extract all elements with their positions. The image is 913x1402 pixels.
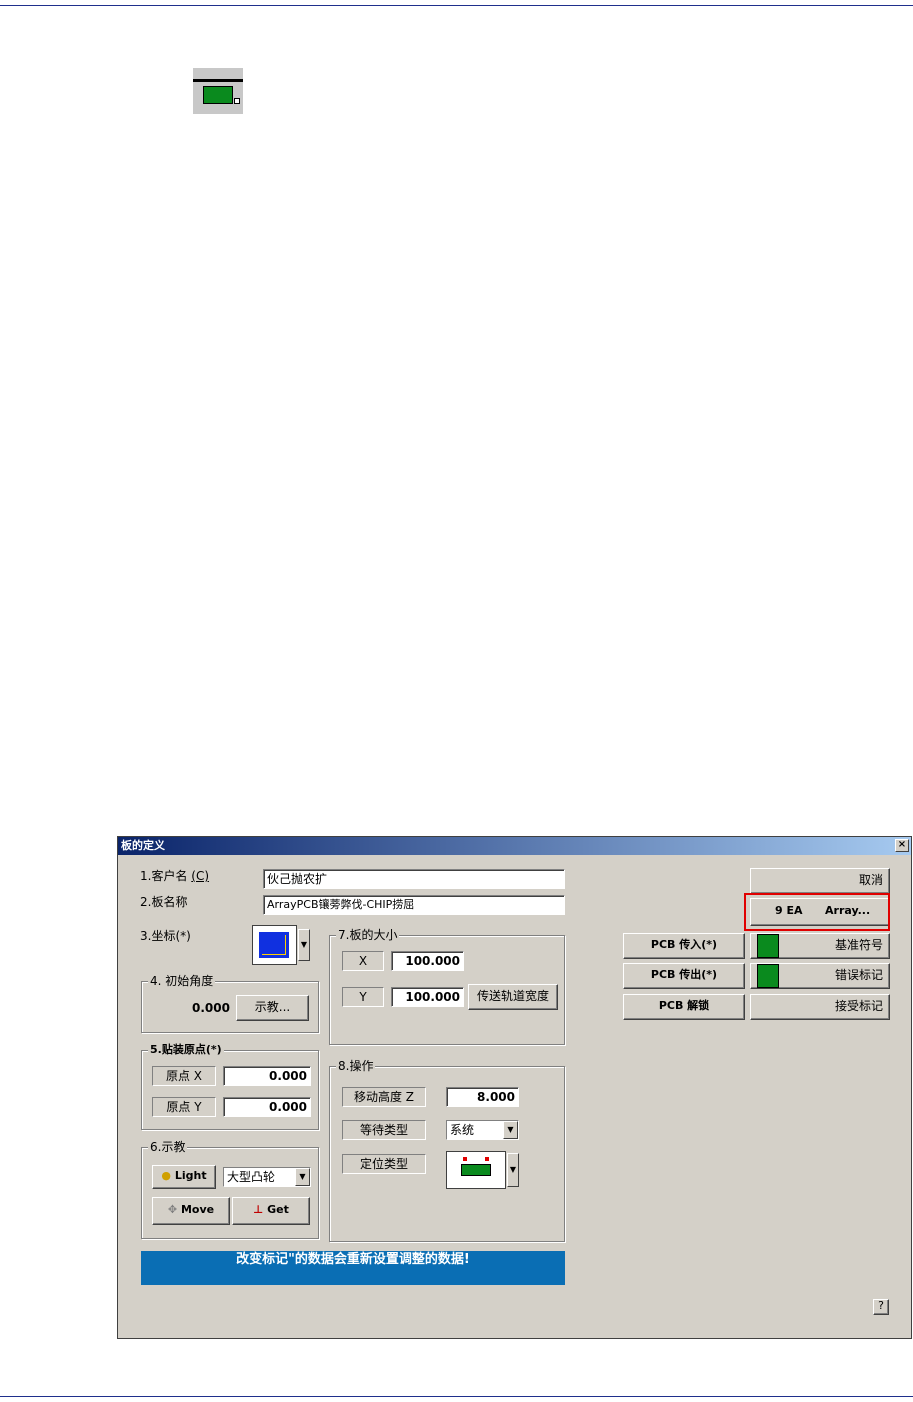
get-button-label: Get xyxy=(267,1203,289,1216)
camera-select-value: 大型凸轮 xyxy=(227,1170,276,1184)
get-button[interactable]: ⊥ Get xyxy=(232,1197,310,1225)
origin-x-field[interactable]: 0.000 xyxy=(223,1066,311,1086)
customer-label-text: 1.客户名 xyxy=(140,869,192,883)
conveyor-width-button[interactable]: 传送轨道宽度 xyxy=(468,984,558,1010)
move-height-field[interactable]: 8.000 xyxy=(446,1087,519,1107)
origin-y-field[interactable]: 0.000 xyxy=(223,1097,311,1117)
board-definition-dialog: 板的定义 × 1.客户名 (C) 伙己抛农扩 2.板名称 ArrayPCB镶蒡弊… xyxy=(117,836,912,1339)
customer-hotkey: (C) xyxy=(191,869,210,883)
array-highlight xyxy=(744,893,890,931)
origin-group: 5.贴装原点(*) xyxy=(141,1042,319,1130)
bottom-rule xyxy=(0,1396,913,1397)
board-size-title: 7.板的大小 xyxy=(336,927,400,943)
locate-type-preview xyxy=(446,1151,506,1189)
wait-type-value: 系统 xyxy=(450,1123,475,1137)
cancel-button[interactable]: 取消 xyxy=(750,868,890,894)
move-height-label: 移动高度 Z xyxy=(342,1087,426,1107)
size-y-field[interactable]: 100.000 xyxy=(391,987,464,1007)
board-name-label: 2.板名称 xyxy=(140,895,188,909)
chevron-down-icon[interactable]: ▼ xyxy=(298,929,310,961)
wait-type-select[interactable]: 系统 ▼ xyxy=(446,1120,519,1140)
origin-title: 5.贴装原点(*) xyxy=(148,1042,224,1058)
initial-angle-value: 0.000 xyxy=(192,1001,230,1015)
operation-title: 8.操作 xyxy=(336,1058,376,1074)
customer-label: 1.客户名 (C) xyxy=(140,868,209,884)
light-button-label: Light xyxy=(174,1169,207,1182)
accept-mark-button[interactable]: 接受标记 xyxy=(750,994,890,1020)
help-icon[interactable]: ? xyxy=(873,1299,889,1315)
pcb-in-button[interactable]: PCB 传入(*) xyxy=(623,933,745,959)
initial-angle-title: 4. 初始角度 xyxy=(148,973,216,989)
fiducial-button-label: 基准符号 xyxy=(834,938,883,952)
chevron-down-icon[interactable]: ▼ xyxy=(295,1168,310,1186)
customer-field[interactable]: 伙己抛农扩 xyxy=(263,869,565,889)
fiducial-icon xyxy=(757,934,779,958)
dialog-title: 板的定义 xyxy=(121,839,165,852)
teach-title: 6.示教 xyxy=(148,1139,188,1155)
pcb-out-button[interactable]: PCB 传出(*) xyxy=(623,963,745,989)
board-locate-icon xyxy=(461,1164,491,1176)
size-x-field[interactable]: 100.000 xyxy=(391,951,464,971)
bad-mark-button[interactable]: 错误标记 xyxy=(750,963,890,989)
origin-x-label: 原点 X xyxy=(152,1066,216,1086)
angle-teach-button[interactable]: 示教... xyxy=(236,995,309,1021)
axis-get-icon: ⊥ xyxy=(253,1203,264,1216)
move-button-label: Move xyxy=(180,1203,215,1216)
teach-group: 6.示教 xyxy=(141,1139,319,1239)
locate-type-select[interactable]: ▼ xyxy=(446,1151,520,1189)
move-button[interactable]: ✥ Move xyxy=(152,1197,230,1225)
top-rule xyxy=(0,5,913,6)
warning-banner: 改变标记"的数据会重新设置调整的数据! xyxy=(141,1251,565,1285)
coord-axes-icon xyxy=(259,932,289,958)
locate-type-label: 定位类型 xyxy=(342,1154,426,1174)
light-button[interactable]: ● Light xyxy=(152,1165,216,1189)
bad-mark-icon xyxy=(757,964,779,988)
size-y-label: Y xyxy=(342,987,384,1007)
title-bar: 板的定义 × xyxy=(118,837,911,855)
chevron-down-icon[interactable]: ▼ xyxy=(503,1121,518,1139)
board-name-field[interactable]: ArrayPCB镶蒡弊伐-CHIP捞屈 xyxy=(263,895,565,915)
wait-type-label: 等待类型 xyxy=(342,1120,426,1140)
bulb-icon: ● xyxy=(161,1169,171,1182)
board-definition-icon xyxy=(193,68,243,114)
camera-select[interactable]: 大型凸轮 ▼ xyxy=(223,1167,311,1187)
origin-y-label: 原点 Y xyxy=(152,1097,216,1117)
move-arrows-icon: ✥ xyxy=(167,1203,178,1216)
fiducial-button[interactable]: 基准符号 xyxy=(750,933,890,959)
bad-mark-button-label: 错误标记 xyxy=(834,968,883,982)
close-icon[interactable]: × xyxy=(895,839,909,852)
size-x-label: X xyxy=(342,951,384,971)
coord-select[interactable]: ▼ xyxy=(252,925,310,965)
coord-label: 3.坐标(*) xyxy=(140,929,191,943)
coord-preview xyxy=(252,925,297,965)
chevron-down-icon[interactable]: ▼ xyxy=(507,1153,519,1187)
pcb-unlock-button[interactable]: PCB 解锁 xyxy=(623,994,745,1020)
